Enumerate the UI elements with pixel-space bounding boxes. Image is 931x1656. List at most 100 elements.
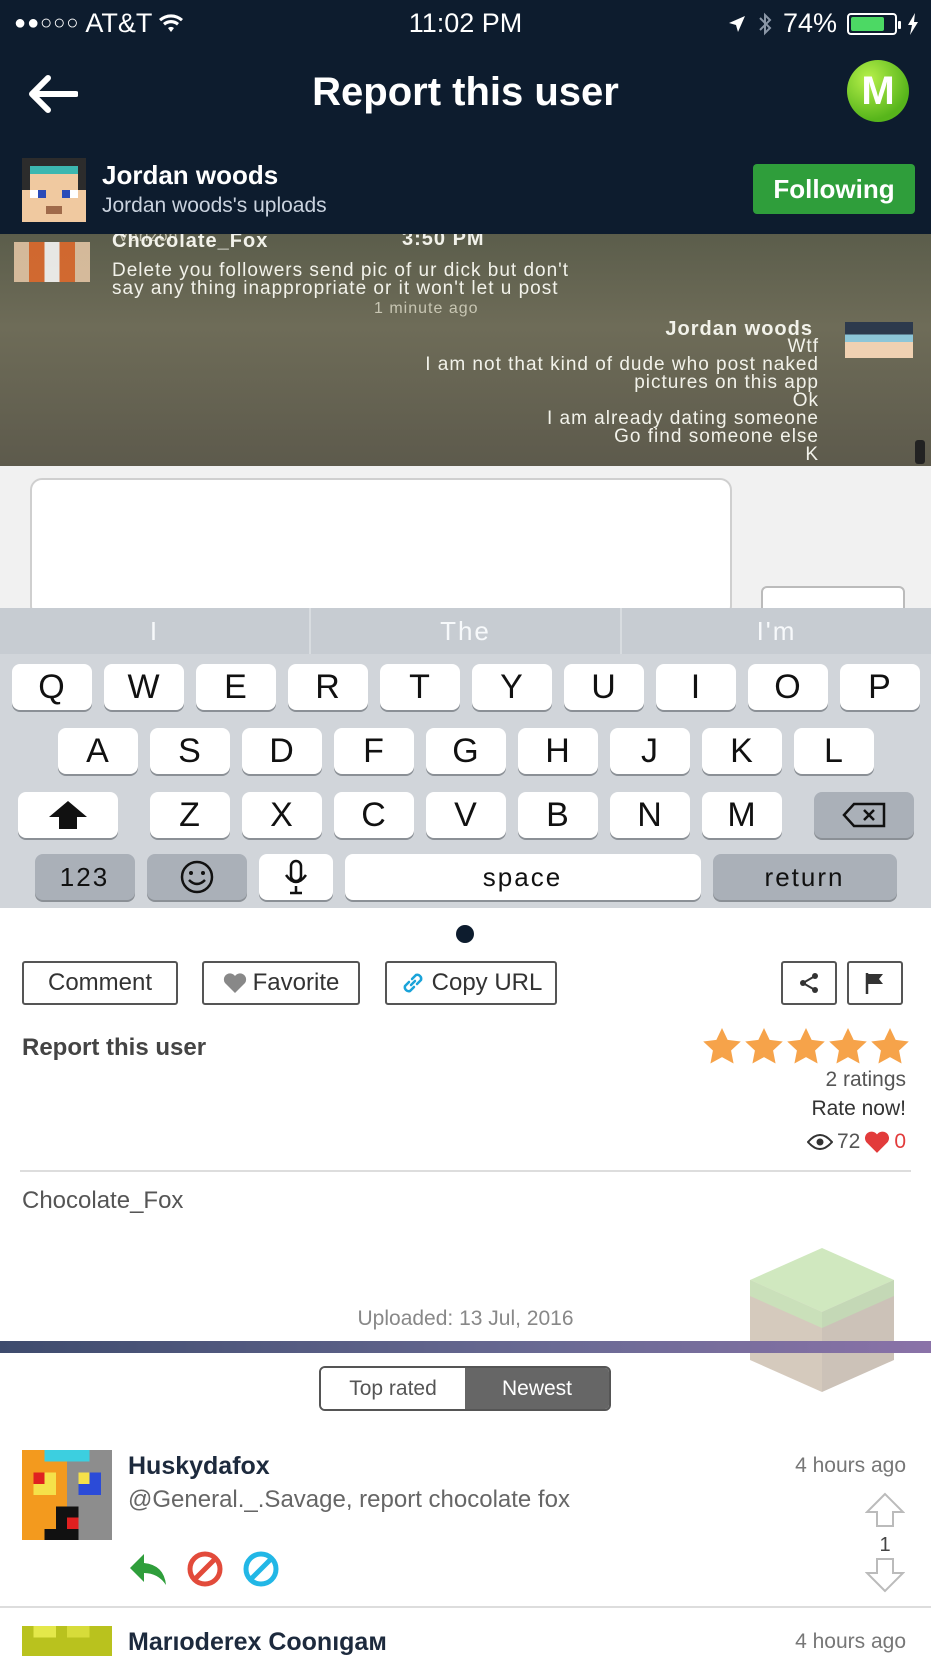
ban-icon[interactable]	[242, 1550, 280, 1588]
comment-label: Comment	[47, 969, 153, 996]
heart-icon	[865, 1131, 890, 1153]
status-bar: ●●○○○ AT&T 11:02 PM 74%	[0, 0, 931, 46]
delete-key	[813, 792, 914, 838]
commenter-avatar[interactable]	[22, 1450, 112, 1540]
copy-url-button[interactable]: Copy URL	[385, 961, 557, 1005]
page-indicator[interactable]	[456, 925, 474, 943]
star-icon[interactable]	[871, 1028, 909, 1064]
following-button[interactable]: Following	[753, 164, 915, 214]
star-icon[interactable]	[703, 1028, 741, 1064]
key: A	[57, 728, 138, 774]
rate-now-link[interactable]: Rate now!	[811, 1097, 906, 1121]
screenshot-avatar-jordan	[845, 322, 913, 358]
screenshot-line: pictures on this app	[634, 372, 819, 393]
copy-url-label: Copy URL	[431, 969, 543, 996]
post-author[interactable]: Chocolate_Fox	[22, 1187, 183, 1215]
link-icon	[403, 973, 423, 993]
key: M	[701, 792, 782, 838]
key: C	[333, 792, 414, 838]
comment-actions	[128, 1550, 280, 1588]
key-row-4: 123 space return	[0, 854, 931, 900]
heart-icon	[223, 973, 246, 993]
comment-item: Huskydafox 4 hours ago @General._.Savage…	[0, 1450, 931, 1600]
flag-icon	[865, 973, 883, 994]
tab-newest[interactable]: Newest	[465, 1368, 609, 1409]
key: S	[149, 728, 230, 774]
bluetooth-icon	[759, 12, 772, 35]
uploader-subtitle: Jordan woods's uploads	[102, 194, 327, 217]
screenshot-avatar-fox	[14, 242, 90, 282]
key: R	[287, 664, 368, 710]
reply-icon[interactable]	[128, 1550, 168, 1588]
star-icon[interactable]	[787, 1028, 825, 1064]
upload-date: Uploaded: 13 Jul, 2016	[357, 1307, 574, 1330]
key: X	[241, 792, 322, 838]
screenshot-line: Go find someone else	[614, 426, 819, 447]
uploader-avatar[interactable]	[22, 158, 86, 222]
keyboard-suggestions: I The I'm	[0, 608, 931, 654]
mic-key	[258, 854, 333, 900]
like-count: 0	[894, 1130, 906, 1153]
key-123: 123	[34, 854, 135, 900]
comment-button[interactable]: Comment	[22, 961, 178, 1005]
downvote-arrow-icon[interactable]	[864, 1557, 906, 1593]
key: O	[747, 664, 828, 710]
key-row-2: A S D F G H J K L	[0, 728, 931, 774]
suggestion: The	[311, 608, 622, 654]
share-button[interactable]	[781, 961, 837, 1005]
tab-top-rated[interactable]: Top rated	[321, 1368, 465, 1409]
key: N	[609, 792, 690, 838]
charging-icon	[908, 12, 918, 35]
comment-item: Marıoderex Coonıgaм 4 hours ago	[0, 1626, 931, 1656]
eye-icon	[806, 1134, 833, 1150]
backspace-icon	[841, 802, 885, 828]
key: B	[517, 792, 598, 838]
commenter-name[interactable]: Marıoderex Coonıgaм	[128, 1628, 387, 1656]
key: W	[103, 664, 184, 710]
key: F	[333, 728, 414, 774]
divider	[20, 1170, 911, 1172]
app-logo[interactable]: M	[847, 60, 909, 122]
key: Q	[11, 664, 92, 710]
location-icon	[728, 15, 745, 32]
key: J	[609, 728, 690, 774]
emoji-key	[146, 854, 247, 900]
key: K	[701, 728, 782, 774]
uploaded-screenshot[interactable]: Verizon Chocolate_Fox 3:50 PM Delete you…	[0, 234, 931, 908]
post-title: Report this user	[22, 1034, 207, 1061]
key: G	[425, 728, 506, 774]
comment-sort-toggle[interactable]: Top rated Newest	[319, 1366, 611, 1411]
commenter-avatar[interactable]	[22, 1626, 112, 1656]
uploader-name[interactable]: Jordan woods	[102, 160, 278, 191]
star-icon[interactable]	[745, 1028, 783, 1064]
key: P	[839, 664, 920, 710]
emoji-icon	[180, 860, 213, 894]
key: U	[563, 664, 644, 710]
report-flag-button[interactable]	[847, 961, 903, 1005]
shift-key	[17, 792, 118, 838]
commenter-name[interactable]: Huskydafox	[128, 1452, 270, 1481]
key: H	[517, 728, 598, 774]
key: D	[241, 728, 322, 774]
action-bar: Comment Favorite Copy URL	[22, 961, 910, 1007]
key: Y	[471, 664, 552, 710]
screenshot-time: 3:50 PM	[402, 234, 485, 250]
key: T	[379, 664, 460, 710]
favorite-button[interactable]: Favorite	[202, 961, 360, 1005]
uploader-row[interactable]: Jordan woods Jordan woods's uploads Foll…	[0, 150, 931, 234]
rating-stars[interactable]	[703, 1028, 909, 1064]
block-icon[interactable]	[186, 1550, 224, 1588]
comment-time: 4 hours ago	[795, 1630, 906, 1653]
key: E	[195, 664, 276, 710]
suggestion: I	[0, 608, 311, 654]
key: Z	[149, 792, 230, 838]
post-stats: 72 0	[806, 1130, 906, 1154]
screenshot-composer	[0, 466, 931, 618]
section-separator	[0, 1341, 931, 1353]
battery-percent: 74%	[782, 8, 837, 38]
view-count: 72	[836, 1130, 861, 1153]
upvote-arrow-icon[interactable]	[864, 1492, 906, 1528]
page-title: Report this user	[312, 70, 619, 114]
star-icon[interactable]	[829, 1028, 867, 1064]
space-key: space	[344, 854, 701, 900]
